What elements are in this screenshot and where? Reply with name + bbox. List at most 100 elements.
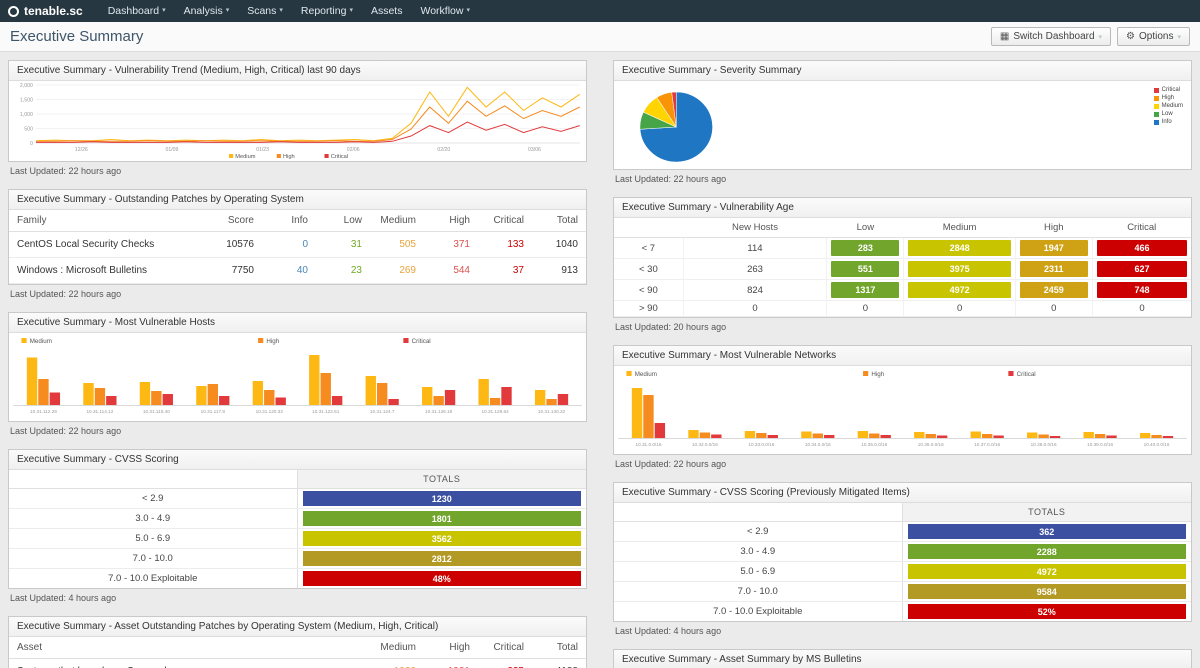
options-button[interactable]: ⚙ Options ▾	[1117, 27, 1190, 46]
severity-cell[interactable]: 4972	[904, 280, 1015, 301]
table-cell[interactable]: 4188	[532, 659, 586, 668]
table-cell[interactable]: 1921	[424, 659, 478, 668]
nav-assets[interactable]: Assets	[362, 0, 412, 22]
severity-summary-pie-chart[interactable]: Critical High Medium Low Info	[614, 81, 1191, 169]
cvss-row[interactable]: 5.0 - 6.9 4972	[614, 562, 1191, 582]
legend-item[interactable]: Low	[1154, 111, 1183, 117]
column-header[interactable]: Total	[532, 637, 586, 659]
nav-analysis[interactable]: Analysis▾	[175, 0, 239, 22]
panel-header[interactable]: Executive Summary - Outstanding Patches …	[9, 190, 586, 210]
most-vulnerable-networks-chart[interactable]: MediumHighCritical10.31.0.0/1610.32.0.0/…	[614, 366, 1191, 454]
legend-item[interactable]: Info	[1154, 119, 1183, 125]
severity-cell[interactable]: 2848	[904, 238, 1015, 259]
cvss-row[interactable]: 7.0 - 10.0 2812	[9, 549, 586, 569]
cvss-total-bar[interactable]: 2812	[303, 551, 582, 566]
column-header[interactable]: Medium	[370, 637, 424, 659]
column-header[interactable]: High	[424, 637, 478, 659]
severity-cell[interactable]: 3975	[904, 259, 1015, 280]
severity-cell[interactable]: 551	[827, 259, 904, 280]
vulnerability-trend-chart[interactable]: 05001,0001,5002,00012/2601/0901/2302/060…	[9, 81, 586, 161]
panel-header[interactable]: Executive Summary - CVSS Scoring	[9, 450, 586, 470]
table-cell[interactable]: 913	[532, 258, 586, 284]
nav-scans[interactable]: Scans▾	[238, 0, 292, 22]
column-header[interactable]: Critical	[478, 637, 532, 659]
column-header[interactable]: Info	[262, 210, 316, 232]
cvss-row[interactable]: 5.0 - 6.9 3562	[9, 529, 586, 549]
severity-cell[interactable]: 748	[1092, 280, 1191, 301]
cvss-total-bar[interactable]: 1230	[303, 491, 582, 506]
table-cell[interactable]: 371	[424, 232, 478, 258]
column-header[interactable]: Asset	[9, 637, 370, 659]
table-cell[interactable]: 0	[904, 301, 1015, 317]
table-cell[interactable]: 7750	[208, 258, 262, 284]
severity-cell[interactable]: 2459	[1015, 280, 1092, 301]
table-cell[interactable]: 263	[683, 259, 827, 280]
nav-reporting[interactable]: Reporting▾	[292, 0, 362, 22]
table-cell[interactable]: 23	[316, 258, 370, 284]
cvss-row[interactable]: < 2.9 1230	[9, 489, 586, 509]
tenable-sc-logo[interactable]: tenable.sc	[8, 4, 83, 18]
table-cell[interactable]: 10576	[208, 232, 262, 258]
table-cell[interactable]: 40	[262, 258, 316, 284]
cvss-row[interactable]: < 2.9 362	[614, 522, 1191, 542]
most-vulnerable-hosts-chart[interactable]: MediumHighCritical10.31.112.2910.31.114.…	[9, 333, 586, 421]
table-cell[interactable]: 37	[478, 258, 532, 284]
table-row[interactable]: < 3026355139752311627	[614, 259, 1191, 280]
column-header[interactable]: High	[424, 210, 478, 232]
table-cell[interactable]: 335	[478, 659, 532, 668]
severity-cell[interactable]: 627	[1092, 259, 1191, 280]
panel-header[interactable]: Executive Summary - Severity Summary	[614, 61, 1191, 81]
legend-item[interactable]: Critical	[1154, 87, 1183, 93]
table-cell[interactable]: 0	[1092, 301, 1191, 317]
column-header[interactable]: Critical	[478, 210, 532, 232]
severity-cell[interactable]: 1947	[1015, 238, 1092, 259]
panel-header[interactable]: Executive Summary - Vulnerability Trend …	[9, 61, 586, 81]
cvss-total-bar[interactable]: 1801	[303, 511, 582, 526]
nav-workflow[interactable]: Workflow▾	[411, 0, 479, 22]
table-cell[interactable]: 0	[683, 301, 827, 317]
cvss-total-bar[interactable]: 362	[908, 524, 1187, 539]
table-row[interactable]: < 711428328481947466	[614, 238, 1191, 259]
cvss-total-bar[interactable]: 52%	[908, 604, 1187, 619]
cvss-row[interactable]: 3.0 - 4.9 1801	[9, 509, 586, 529]
cvss-row[interactable]: 7.0 - 10.0 Exploitable 52%	[614, 602, 1191, 621]
table-cell[interactable]: 544	[424, 258, 478, 284]
table-cell[interactable]: 0	[262, 232, 316, 258]
legend-item[interactable]: Medium	[1154, 103, 1183, 109]
table-cell[interactable]: 1040	[532, 232, 586, 258]
table-row[interactable]: Systems that have been Scanned1932192133…	[9, 659, 586, 668]
cvss-total-bar[interactable]: 48%	[303, 571, 582, 586]
panel-header[interactable]: Executive Summary - Most Vulnerable Host…	[9, 313, 586, 333]
cvss-row[interactable]: 3.0 - 4.9 2288	[614, 542, 1191, 562]
table-cell[interactable]: 269	[370, 258, 424, 284]
nav-dashboard[interactable]: Dashboard▾	[99, 0, 175, 22]
column-header[interactable]: Total	[532, 210, 586, 232]
column-header[interactable]: Score	[208, 210, 262, 232]
table-cell[interactable]: 824	[683, 280, 827, 301]
cvss-total-bar[interactable]: 3562	[303, 531, 582, 546]
switch-dashboard-button[interactable]: ▦ Switch Dashboard ▾	[991, 27, 1111, 46]
table-cell[interactable]: 31	[316, 232, 370, 258]
column-header[interactable]: Family	[9, 210, 208, 232]
severity-cell[interactable]: 466	[1092, 238, 1191, 259]
table-row[interactable]: CentOS Local Security Checks105760315053…	[9, 232, 586, 258]
severity-cell[interactable]: 2311	[1015, 259, 1092, 280]
panel-header[interactable]: Executive Summary - Vulnerability Age	[614, 198, 1191, 218]
table-row[interactable]: > 9000000	[614, 301, 1191, 317]
table-cell[interactable]: 133	[478, 232, 532, 258]
column-header[interactable]: Low	[316, 210, 370, 232]
cvss-row[interactable]: 7.0 - 10.0 9584	[614, 582, 1191, 602]
table-row[interactable]: Windows : Microsoft Bulletins77504023269…	[9, 258, 586, 284]
panel-header[interactable]: Executive Summary - Asset Summary by MS …	[614, 650, 1191, 668]
table-row[interactable]: < 90824131749722459748	[614, 280, 1191, 301]
table-cell[interactable]: 0	[1015, 301, 1092, 317]
severity-cell[interactable]: 283	[827, 238, 904, 259]
cvss-total-bar[interactable]: 9584	[908, 584, 1187, 599]
legend-item[interactable]: High	[1154, 95, 1183, 101]
table-cell[interactable]: 1932	[370, 659, 424, 668]
table-cell[interactable]: 0	[827, 301, 904, 317]
panel-header[interactable]: Executive Summary - Asset Outstanding Pa…	[9, 617, 586, 637]
cvss-total-bar[interactable]: 2288	[908, 544, 1187, 559]
severity-cell[interactable]: 1317	[827, 280, 904, 301]
table-cell[interactable]: 114	[683, 238, 827, 259]
